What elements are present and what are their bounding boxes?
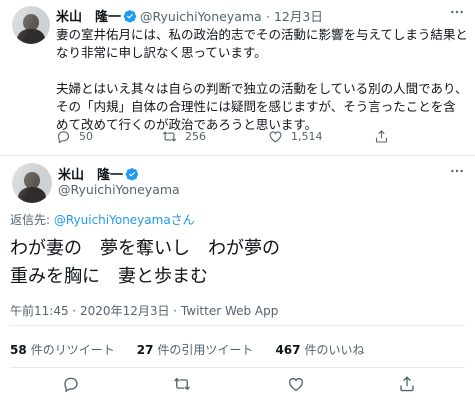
author-name[interactable]: 米山 隆一 [56,10,121,25]
author-handle[interactable]: @RyuichiYoneyama [58,182,180,197]
share-button[interactable] [374,129,397,144]
tweet-text: わが妻の 夢を奪いし わが夢の 重みを胸に 妻と歩まむ [10,238,280,287]
reply-context: 返信先: @RyuichiYoneyamaさん [10,211,195,228]
share-button[interactable] [398,375,416,397]
retweets-stat[interactable]: 58 件のリツイート [10,341,115,358]
heart-icon [269,131,282,143]
tweet-card[interactable]: 米山 隆一 @RyuichiYoneyama · 12月3日 妻の室井佑月には、私… [0,0,475,156]
like-count: 1,514 [291,130,323,143]
likes-stat-count: 467 [275,343,301,357]
author-handle[interactable]: @RyuichiYoneyama [140,9,262,24]
more-icon[interactable] [449,4,465,24]
author-name-row[interactable]: 米山 隆一 [58,164,142,183]
reply-count: 50 [79,130,93,143]
reply-mention-link[interactable]: @RyuichiYoneyamaさん [54,213,195,227]
tweet-date[interactable]: 12月3日 [274,9,323,24]
separator: · [265,9,270,24]
tweet-stats: 58 件のリツイート 27 件の引用ツイート 467 件のいいね [10,341,365,358]
heart-icon [288,377,304,392]
quotes-stat-label: 件の引用ツイート [157,343,254,357]
reply-icon [64,377,78,393]
tweet-timestamp[interactable]: 午前11:45 · 2020年12月3日 · Twitter Web App [10,302,278,319]
divider [10,325,465,326]
author-name[interactable]: 米山 隆一 [58,168,123,183]
reply-button[interactable]: 50 [56,129,93,144]
like-button[interactable] [287,375,305,397]
retweet-count: 256 [185,130,206,143]
reply-button[interactable] [62,375,80,397]
quotes-stat-count: 27 [136,343,154,357]
retweet-button[interactable]: 256 [162,129,206,144]
avatar[interactable] [12,163,52,203]
retweet-icon [174,377,190,391]
tweet-actions [0,375,475,397]
avatar[interactable] [12,6,50,44]
focused-tweet: 米山 隆一 @RyuichiYoneyama 返信先: @RyuichiYone… [0,157,475,400]
reply-icon [57,131,70,144]
more-icon[interactable] [449,163,465,183]
like-button[interactable]: 1,514 [268,129,323,144]
likes-stat[interactable]: 467 件のいいね [275,341,364,358]
verified-badge-icon [123,10,137,23]
divider [10,367,465,368]
retweet-button[interactable] [173,375,191,397]
retweets-stat-count: 58 [10,343,27,357]
tweet-text: 妻の室井佑月には、私の政治的志でその活動に影響を与えてしまう結果となり非常に申し… [56,27,468,132]
verified-badge-icon [125,168,139,181]
quotes-stat[interactable]: 27 件の引用ツイート [137,341,254,358]
share-icon [375,130,388,143]
retweets-stat-label: 件のリツイート [30,343,115,357]
retweet-icon [162,131,177,142]
reply-prefix: 返信先: [10,213,54,227]
likes-stat-label: 件のいいね [304,343,365,357]
share-icon [400,376,414,392]
tweet-actions: 50 256 1,514 [56,129,456,147]
tweet-header: 米山 隆一 @RyuichiYoneyama · 12月3日 [56,6,323,25]
